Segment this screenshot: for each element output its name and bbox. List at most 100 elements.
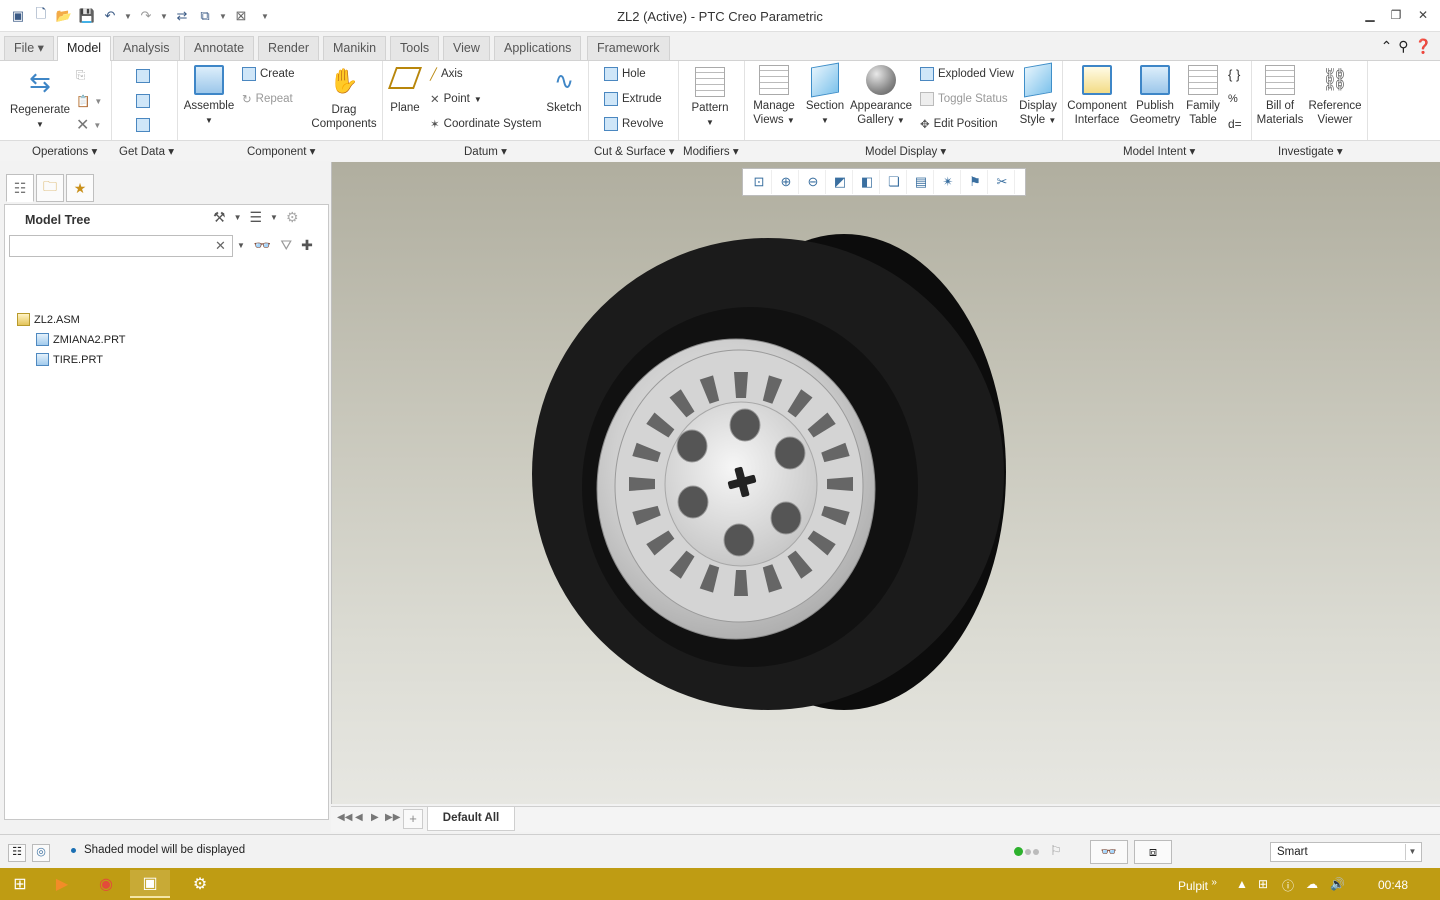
clear-search-icon[interactable]: ✕: [215, 238, 226, 254]
paste-dropdown-icon[interactable]: ▼: [94, 97, 102, 106]
last-tab-icon[interactable]: ▶▶: [385, 812, 400, 823]
switch-dimensions-button[interactable]: d=: [1228, 115, 1242, 133]
toggle-browser-icon[interactable]: ◎: [32, 844, 50, 862]
start-icon[interactable]: ⊞: [0, 870, 40, 898]
sketch-button[interactable]: ∿ Sketch: [544, 67, 584, 115]
bill-of-materials-button[interactable]: Bill of Materials: [1254, 65, 1306, 127]
drag-components-button[interactable]: ✋ Drag Components: [310, 65, 378, 131]
component-interface-button[interactable]: Component Interface: [1066, 65, 1128, 127]
group-component[interactable]: Component ▾: [247, 144, 315, 158]
group-investigate[interactable]: Investigate ▾: [1278, 144, 1343, 158]
exploded-view-button[interactable]: Exploded View: [920, 65, 1014, 83]
regenerate-dropdown-icon[interactable]: ▼: [36, 120, 44, 129]
edit-position-button[interactable]: ✥ Edit Position: [920, 115, 998, 133]
first-tab-icon[interactable]: ◀◀: [337, 812, 352, 823]
media-player-icon[interactable]: ▶: [42, 870, 82, 898]
graphics-window[interactable]: ⊡ ⊕ ⊖ ◩ ◧ ❏ ▤ ✴ ⚑ ✂: [331, 162, 1440, 804]
group-operations[interactable]: Operations ▾: [32, 144, 97, 158]
tab-view[interactable]: View: [443, 36, 490, 60]
display-style-button[interactable]: Display Style ▼: [1016, 62, 1060, 128]
group-cut-surface[interactable]: Cut & Surface ▾: [594, 144, 675, 158]
group-model-intent[interactable]: Model Intent ▾: [1123, 144, 1195, 158]
point-dropdown-icon[interactable]: ▼: [474, 95, 482, 104]
manage-views-button[interactable]: Manage Views ▼: [748, 65, 800, 128]
creo-taskbar-icon[interactable]: ▣: [130, 870, 170, 898]
create-button[interactable]: Create: [242, 65, 295, 83]
windows-flag-icon[interactable]: ⊞: [1258, 877, 1268, 891]
selection-buffer-icon[interactable]: ⧈: [1134, 840, 1172, 864]
tree-item-part[interactable]: ZMIANA2.PRT: [36, 333, 126, 346]
pattern-button[interactable]: Pattern ▼: [686, 67, 734, 130]
delete-dropdown-icon[interactable]: ▼: [93, 121, 101, 130]
paste-button[interactable]: 📋 ▼: [76, 92, 102, 110]
regenerate-button[interactable]: ⇆ Regenerate ▼: [8, 65, 72, 132]
group-modifiers[interactable]: Modifiers ▾: [683, 144, 739, 158]
family-table-button[interactable]: Family Table: [1184, 65, 1222, 127]
tab-analysis[interactable]: Analysis: [113, 36, 180, 60]
next-tab-icon[interactable]: ▶: [371, 812, 379, 823]
weather-icon[interactable]: ☁: [1306, 877, 1318, 891]
publish-geometry-button[interactable]: Publish Geometry: [1128, 65, 1182, 127]
display-style-dropdown-icon[interactable]: ▼: [1048, 116, 1056, 125]
tab-render[interactable]: Render: [258, 36, 319, 60]
relations-button[interactable]: { }: [1228, 65, 1240, 83]
volume-icon[interactable]: 🔊: [1330, 877, 1345, 891]
info-icon[interactable]: ⓘ: [1282, 877, 1294, 894]
restore-icon[interactable]: ❐: [1386, 8, 1406, 24]
copy-button[interactable]: ⎘: [76, 67, 85, 85]
tab-file[interactable]: File ▾: [4, 36, 54, 60]
clock[interactable]: 00:48: [1378, 878, 1408, 892]
search-icon[interactable]: ⚲: [1398, 38, 1408, 55]
appearance-dropdown-icon[interactable]: ▼: [897, 116, 905, 125]
tree-item-part[interactable]: TIRE.PRT: [36, 353, 103, 366]
tree-settings-dropdown-icon[interactable]: ▼: [234, 213, 242, 222]
filter-icon[interactable]: ⛛: [280, 237, 292, 254]
group-get-data[interactable]: Get Data ▾: [119, 144, 174, 158]
appearance-gallery-button[interactable]: Appearance Gallery ▼: [848, 65, 914, 128]
user-defined-feature-button[interactable]: [136, 67, 150, 85]
section-button[interactable]: Section ▼: [802, 62, 848, 128]
plane-button[interactable]: Plane: [387, 67, 423, 115]
binoculars-icon[interactable]: 👓: [254, 237, 271, 254]
assemble-button[interactable]: Assemble ▼: [182, 65, 236, 128]
desktop-toolbar-label[interactable]: Pulpit »: [1178, 877, 1217, 893]
show-icon[interactable]: ☰: [249, 209, 262, 226]
tree-item-assembly[interactable]: ZL2.ASM: [17, 313, 80, 326]
reference-viewer-button[interactable]: ⛓ Reference Viewer: [1306, 65, 1364, 127]
selection-filter-select[interactable]: Smart ▼: [1270, 842, 1422, 862]
toggle-status-button[interactable]: Toggle Status: [920, 90, 1008, 108]
chrome-icon[interactable]: ◉: [86, 870, 126, 898]
assemble-dropdown-icon[interactable]: ▼: [205, 116, 213, 125]
show-dropdown-icon[interactable]: ▼: [270, 213, 278, 222]
minimize-icon[interactable]: ▁: [1360, 8, 1380, 24]
hole-button[interactable]: Hole: [604, 65, 646, 83]
help-icon[interactable]: ❓: [1415, 38, 1432, 55]
tab-tools[interactable]: Tools: [390, 36, 440, 60]
coordinate-system-button[interactable]: ✶ Coordinate System: [430, 115, 541, 133]
revolve-button[interactable]: Revolve: [604, 115, 664, 133]
copy-geometry-button[interactable]: [136, 92, 150, 110]
tab-annotate[interactable]: Annotate: [184, 36, 255, 60]
axis-button[interactable]: ╱ Axis: [430, 65, 463, 83]
close-icon[interactable]: ✕: [1413, 8, 1433, 24]
network-app-icon[interactable]: ⚙: [180, 870, 220, 898]
model-tree-search-input[interactable]: [9, 235, 233, 257]
tray-expand-icon[interactable]: ▲: [1236, 877, 1248, 891]
tab-default-all[interactable]: Default All: [427, 807, 515, 831]
tire-model[interactable]: [332, 162, 1440, 804]
delete-button[interactable]: ✕ ▼: [76, 116, 101, 134]
repeat-button[interactable]: ↻ Repeat: [242, 90, 293, 108]
tab-manikin[interactable]: Manikin: [323, 36, 387, 60]
tab-framework[interactable]: Framework: [587, 36, 670, 60]
model-tree-tab-icon[interactable]: ☷: [6, 174, 34, 202]
shrinkwrap-button[interactable]: [136, 116, 150, 134]
folder-browser-tab-icon[interactable]: 🗀: [36, 174, 64, 202]
flag-icon[interactable]: ⚐: [1050, 843, 1062, 859]
find-icon[interactable]: 👓: [1090, 840, 1128, 864]
parameters-button[interactable]: %: [1228, 90, 1238, 108]
section-dropdown-icon[interactable]: ▼: [821, 116, 829, 125]
filter-tree-icon[interactable]: ⚙: [286, 209, 299, 226]
add-tab-button[interactable]: +: [403, 809, 423, 829]
favorites-tab-icon[interactable]: ★: [66, 174, 94, 202]
point-button[interactable]: ✕ Point ▼: [430, 90, 482, 108]
